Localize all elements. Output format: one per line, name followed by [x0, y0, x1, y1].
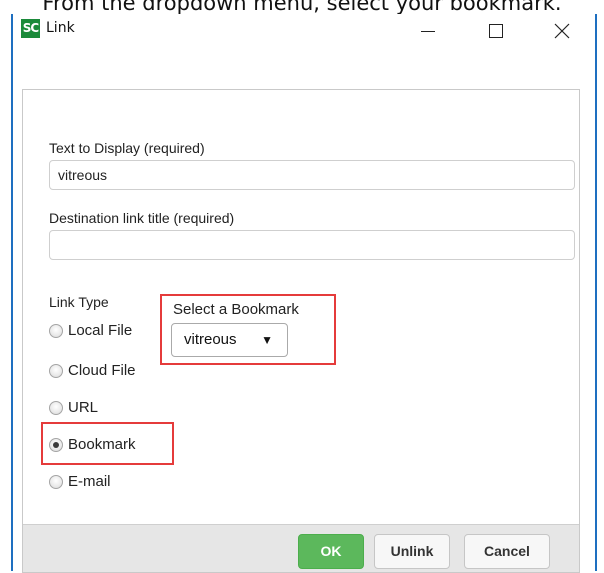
radio-button[interactable]	[49, 324, 63, 338]
radio-label-email: E-mail	[68, 473, 111, 490]
ok-button[interactable]: OK	[298, 534, 364, 569]
dialog-footer: OK Unlink Cancel	[23, 524, 579, 572]
bookmark-radio-highlight	[41, 422, 174, 465]
radio-label-url: URL	[68, 399, 99, 416]
app-logo-icon: SC	[21, 19, 40, 38]
title-bar[interactable]: SC Link	[13, 14, 595, 52]
text-to-display-label: Text to Display (required)	[49, 140, 205, 156]
text-to-display-input[interactable]: vitreous	[49, 160, 575, 190]
close-button[interactable]	[539, 14, 585, 48]
bookmark-select-highlight	[160, 294, 336, 365]
radio-button[interactable]	[49, 401, 63, 415]
radio-label-local-file: Local File	[68, 322, 133, 339]
destination-title-label: Destination link title (required)	[49, 210, 235, 226]
cancel-button[interactable]: Cancel	[464, 534, 550, 569]
destination-title-input[interactable]	[49, 230, 575, 260]
close-icon	[554, 23, 570, 39]
unlink-button[interactable]: Unlink	[374, 534, 450, 569]
radio-label-cloud-file: Cloud File	[68, 362, 136, 379]
window-title: Link	[46, 20, 75, 36]
radio-button[interactable]	[49, 364, 63, 378]
maximize-button[interactable]	[473, 14, 519, 48]
minimize-icon	[421, 31, 435, 32]
minimize-button[interactable]	[405, 14, 451, 48]
link-type-label: Link Type	[49, 294, 109, 310]
radio-button[interactable]	[49, 475, 63, 489]
maximize-icon	[489, 24, 503, 38]
